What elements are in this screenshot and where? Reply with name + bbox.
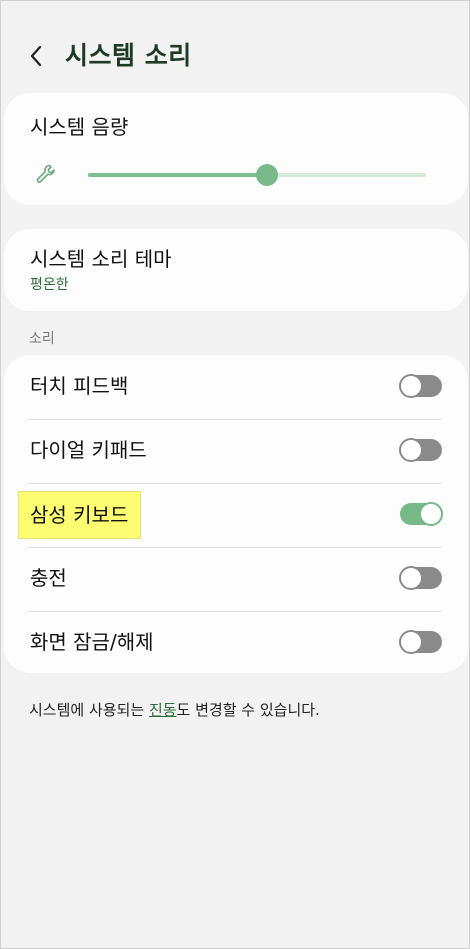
- vibration-note-suffix: 도 변경할 수 있습니다.: [176, 701, 320, 719]
- toggle-switch[interactable]: [399, 566, 442, 590]
- sound-theme-row[interactable]: 시스템 소리 테마 평온한: [4, 229, 468, 311]
- toggle-label: 화면 잠금/해제: [30, 630, 154, 654]
- volume-slider-thumb[interactable]: [256, 164, 279, 186]
- toggle-knob: [399, 374, 423, 398]
- toggle-row-samsung-keyboard[interactable]: 삼성 키보드: [4, 483, 468, 547]
- sound-theme-card: 시스템 소리 테마 평온한: [4, 229, 468, 311]
- toggle-row-screen-lock[interactable]: 화면 잠금/해제: [4, 611, 468, 675]
- toggle-knob: [399, 438, 423, 462]
- toggle-switch[interactable]: [400, 502, 443, 526]
- sound-theme-title: 시스템 소리 테마: [30, 247, 172, 271]
- system-volume-card: 시스템 음량: [4, 93, 468, 205]
- toggle-switch[interactable]: [399, 438, 442, 462]
- sound-theme-value: 평온한: [30, 277, 69, 293]
- volume-slider[interactable]: [88, 164, 426, 186]
- toggle-knob: [399, 566, 423, 590]
- wrench-icon: [36, 164, 55, 183]
- volume-slider-fill: [88, 173, 268, 177]
- sound-toggles-card: 터치 피드백 다이얼 키패드 삼성 키보드 충전 화면 잠금/해제: [4, 355, 468, 673]
- chevron-left-icon: [30, 45, 42, 67]
- section-label-sound: 소리: [29, 331, 55, 347]
- toggle-label: 터치 피드백: [30, 374, 129, 398]
- toggle-switch[interactable]: [399, 374, 442, 398]
- vibration-note: 시스템에 사용되는 진동도 변경할 수 있습니다.: [29, 699, 320, 721]
- page-title: 시스템 소리: [65, 41, 192, 70]
- toggle-knob: [399, 630, 423, 654]
- toggle-label: 다이얼 키패드: [30, 438, 147, 462]
- toggle-row-dial-keypad[interactable]: 다이얼 키패드: [4, 419, 468, 483]
- toggle-label: 삼성 키보드: [18, 491, 142, 539]
- toggle-row-charging[interactable]: 충전: [4, 547, 468, 611]
- back-button[interactable]: [23, 39, 53, 73]
- toggle-row-touch-feedback[interactable]: 터치 피드백: [4, 355, 468, 419]
- toggle-knob: [419, 502, 443, 526]
- toggle-label: 충전: [30, 566, 67, 590]
- vibration-note-prefix: 시스템에 사용되는: [29, 701, 149, 719]
- toggle-switch[interactable]: [399, 630, 442, 654]
- vibration-link[interactable]: 진동: [149, 701, 177, 719]
- system-volume-title: 시스템 음량: [30, 115, 129, 139]
